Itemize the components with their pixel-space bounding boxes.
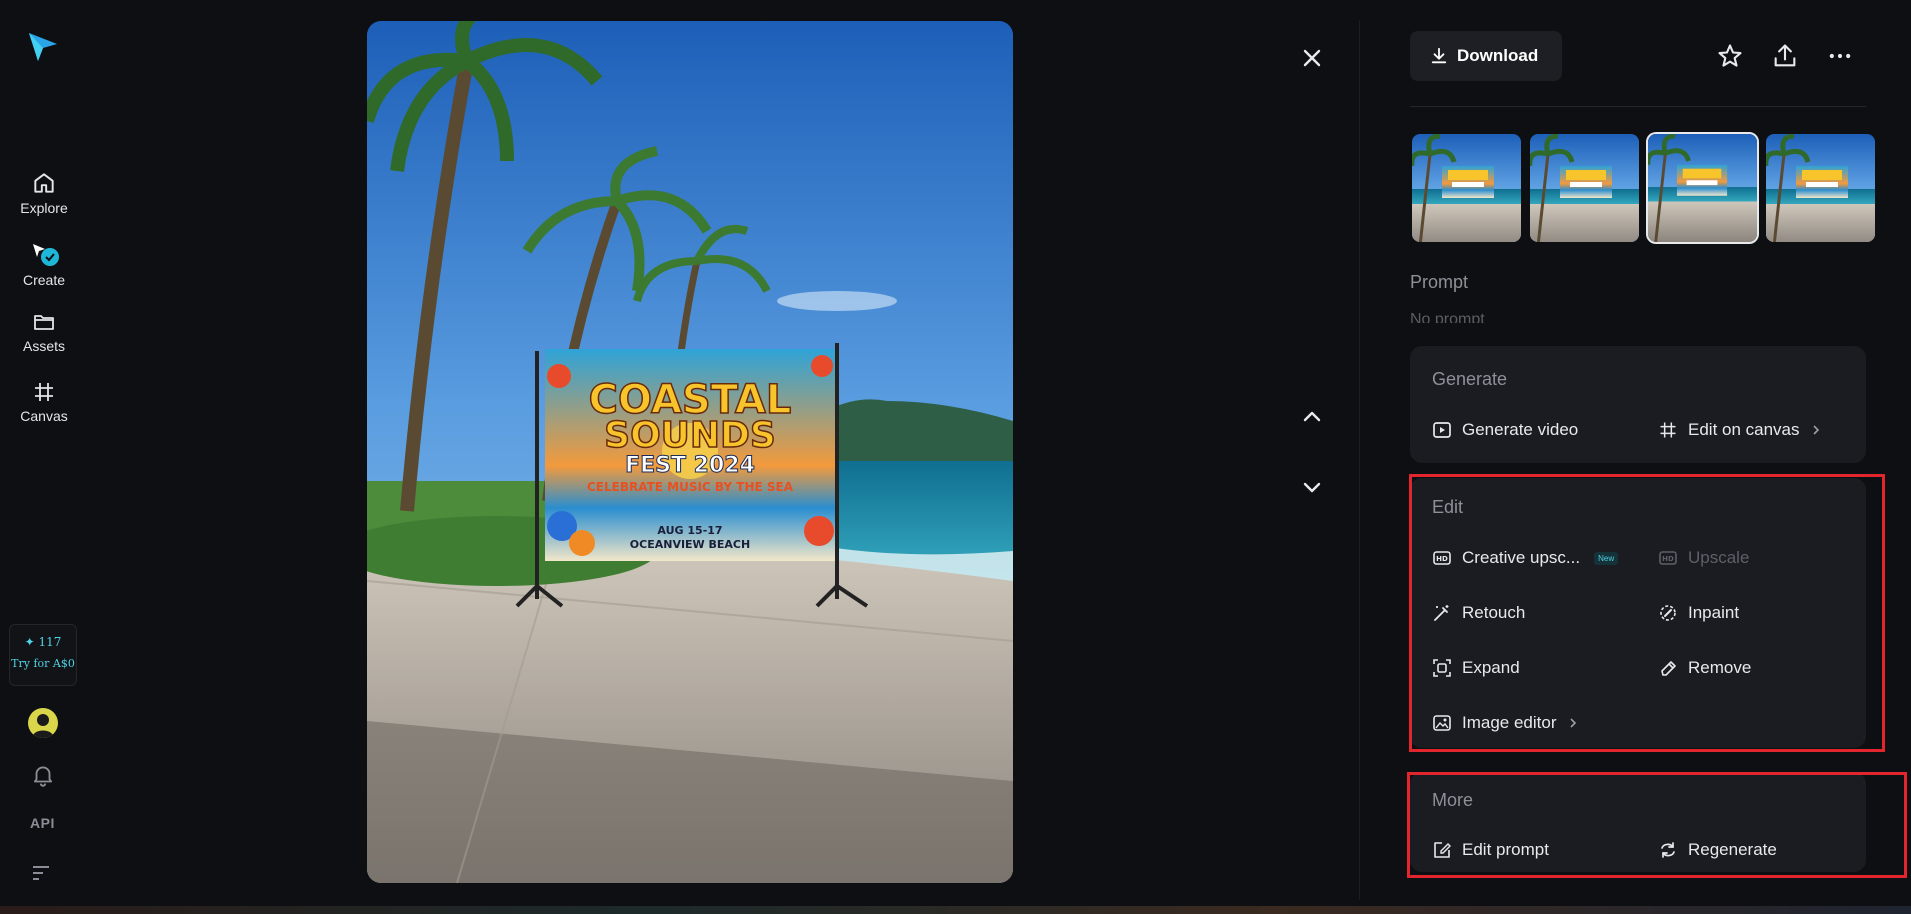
generate-title: Generate (1432, 369, 1508, 389)
menu-icon[interactable] (30, 862, 54, 882)
thumbnail-image (1412, 134, 1523, 244)
svg-text:HD: HD (1436, 555, 1448, 563)
download-button[interactable]: Download (1410, 31, 1562, 81)
upscale-button[interactable]: HD Upscale (1658, 548, 1749, 568)
panel-separator (1410, 106, 1866, 107)
create-icon (33, 244, 59, 266)
more-card: More Edit prompt Regenerate (1410, 772, 1866, 872)
edit-on-canvas-button[interactable]: Edit on canvas (1658, 420, 1822, 440)
more-title: More (1432, 790, 1474, 810)
chevron-down-icon[interactable] (1298, 473, 1326, 501)
generate-video-button[interactable]: Generate video (1432, 420, 1578, 440)
chevron-right-icon (1812, 425, 1819, 435)
sidebar-item-label: Create (22, 272, 66, 288)
user-avatar-icon (32, 714, 54, 738)
edit-prompt-icon (1434, 842, 1451, 858)
action-label: Creative upsc... (1462, 548, 1581, 567)
banner-dates: AUG 15-17 (657, 524, 722, 537)
refresh-icon (1661, 842, 1675, 858)
banner-line2: SOUNDS (604, 415, 776, 456)
sidebar-item-canvas[interactable]: Canvas (0, 380, 88, 426)
close-icon[interactable] (1298, 44, 1326, 72)
action-label: Remove (1688, 658, 1752, 677)
image-edit-icon (1433, 715, 1451, 731)
action-label: Generate video (1462, 420, 1579, 439)
inpaint-button[interactable]: Inpaint (1658, 603, 1739, 623)
credits-upgrade-button[interactable]: ✦ 117 Try for A$0 (9, 624, 77, 686)
banner-line3: FEST 2024 (625, 453, 755, 478)
home-icon (34, 173, 54, 193)
details-panel: Download Prompt No prompt Generate Gener… (1410, 0, 1877, 914)
action-label: Retouch (1462, 603, 1526, 622)
download-icon (1431, 47, 1447, 64)
api-link[interactable]: API (30, 815, 55, 831)
sidebar-item-explore[interactable]: Explore (0, 170, 88, 218)
image-editor-button[interactable]: Image editor (1432, 713, 1579, 733)
avatar[interactable] (28, 708, 58, 738)
thumbnail-image (1766, 134, 1877, 244)
action-label: Edit on canvas (1688, 420, 1800, 439)
credits-count: ✦ 117 (24, 635, 62, 649)
hd-icon: HD (1659, 551, 1677, 565)
action-label: Regenerate (1688, 840, 1777, 859)
credits-cta: Try for A$0 (11, 657, 75, 670)
thumbnail-2[interactable] (1528, 132, 1641, 244)
chevron-up-icon[interactable] (1298, 403, 1326, 431)
generate-card: Generate Generate video Edit on canvas (1410, 346, 1866, 463)
more-options-icon[interactable] (1826, 42, 1854, 70)
thumbnail-3-selected[interactable] (1646, 132, 1759, 244)
thumbnail-1[interactable] (1410, 132, 1523, 244)
share-icon[interactable] (1771, 42, 1799, 70)
svg-text:HD: HD (1662, 555, 1674, 563)
thumbnail-4[interactable] (1764, 132, 1877, 244)
folder-icon (34, 315, 54, 330)
retouch-button[interactable]: Retouch (1432, 603, 1525, 623)
action-label: Expand (1462, 658, 1520, 677)
remove-button[interactable]: Remove (1658, 658, 1751, 678)
app-logo-icon[interactable] (26, 30, 60, 64)
expand-button[interactable]: Expand (1432, 658, 1520, 678)
edit-card: Edit HD Creative upsc... New HD Upscale (1410, 478, 1866, 748)
left-sidebar: Explore Create Assets Canvas ✦ 117 Try f… (0, 0, 88, 914)
video-play-icon (1433, 422, 1451, 438)
canvas-grid-icon (1660, 422, 1676, 438)
edit-prompt-button[interactable]: Edit prompt (1432, 840, 1549, 860)
action-label: Upscale (1688, 548, 1750, 567)
sidebar-item-create[interactable]: Create (0, 240, 88, 290)
app-root: Explore Create Assets Canvas ✦ 117 Try f… (0, 0, 1911, 914)
chevron-right-icon (1569, 718, 1576, 728)
creative-upscale-button[interactable]: HD Creative upsc... New (1432, 548, 1619, 568)
magic-wand-icon (1434, 605, 1449, 621)
bottom-strip (0, 906, 1911, 914)
variation-thumbnails (1410, 132, 1877, 244)
edit-title: Edit (1432, 497, 1464, 517)
action-label: Inpaint (1688, 603, 1740, 622)
thumbnail-image (1648, 134, 1757, 242)
banner-venue: OCEANVIEW BEACH (630, 538, 750, 551)
banner-tagline: CELEBRATE MUSIC BY THE SEA (587, 480, 794, 494)
bell-icon[interactable] (30, 762, 56, 788)
eraser-icon (1661, 661, 1676, 676)
action-label: Edit prompt (1462, 840, 1549, 859)
hd-plus-icon: HD (1433, 551, 1451, 565)
inpaint-brush-icon (1660, 605, 1676, 621)
regenerate-button[interactable]: Regenerate (1658, 840, 1777, 860)
canvas-icon (35, 383, 53, 401)
beach-scene-image: COASTAL SOUNDS FEST 2024 CELEBRATE MUSIC… (367, 21, 1013, 883)
generated-image: COASTAL SOUNDS FEST 2024 CELEBRATE MUSIC… (367, 21, 1013, 883)
action-label: Image editor (1462, 713, 1557, 732)
sidebar-item-assets[interactable]: Assets (0, 310, 88, 356)
new-badge: New (1594, 551, 1619, 565)
sidebar-item-label: Assets (22, 338, 65, 354)
panel-divider (1359, 20, 1360, 900)
sidebar-item-label: Canvas (20, 408, 68, 424)
thumbnail-image (1530, 134, 1641, 244)
download-label: Download (1457, 46, 1539, 65)
expand-icon (1433, 659, 1451, 677)
prompt-label: Prompt (1410, 272, 1469, 292)
prompt-text: No prompt (1410, 311, 1485, 323)
sidebar-item-label: Explore (20, 200, 68, 216)
star-icon[interactable] (1716, 42, 1744, 70)
